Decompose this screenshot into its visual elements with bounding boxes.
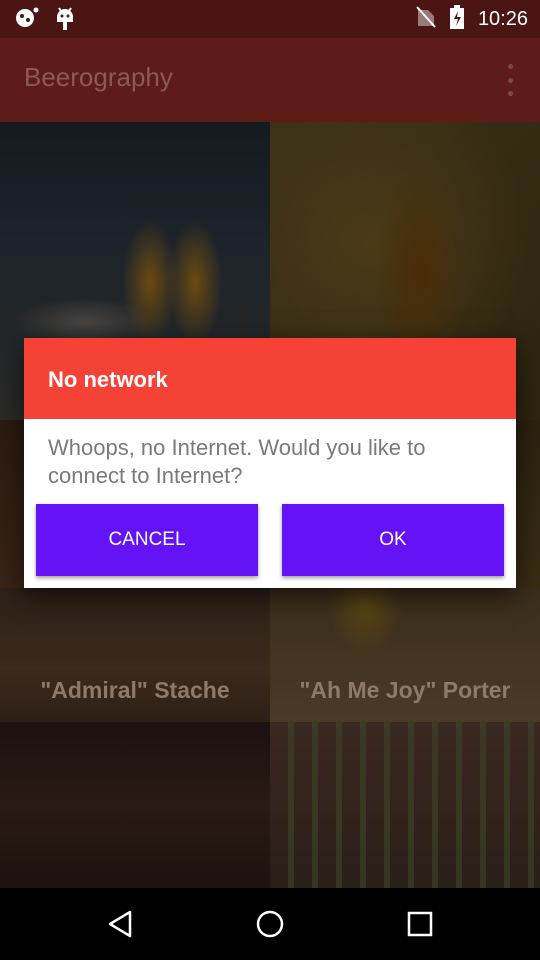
beer-label: "Admiral" Stache: [40, 677, 230, 703]
dialog-header: No network: [24, 338, 516, 419]
no-network-dialog: No network Whoops, no Internet. Would yo…: [24, 338, 516, 588]
app-bar: Beerography: [0, 38, 540, 122]
dialog-message: Whoops, no Internet. Would you like to c…: [48, 435, 426, 488]
more-vert-icon[interactable]: [502, 64, 518, 96]
beer-tile[interactable]: "Ah Me Joy" Porter: [270, 588, 540, 722]
beer-tile[interactable]: [270, 722, 540, 888]
notification-icon: [14, 6, 40, 37]
ok-button[interactable]: OK: [282, 504, 504, 576]
beer-label: "Ah Me Joy" Porter: [299, 677, 511, 703]
beer-tile[interactable]: [0, 722, 270, 888]
dialog-title: No network: [48, 367, 168, 392]
back-icon[interactable]: [100, 904, 140, 944]
cancel-button[interactable]: CANCEL: [36, 504, 258, 576]
app-title: Beerography: [24, 62, 173, 92]
home-icon[interactable]: [250, 904, 290, 944]
battery-icon: [449, 4, 464, 34]
status-bar: 10:26: [0, 0, 540, 38]
android-icon: [54, 6, 76, 37]
status-time: 10:26: [477, 7, 528, 30]
beer-tile[interactable]: "Admiral" Stache: [0, 588, 270, 722]
no-sim-icon: [416, 5, 436, 33]
recents-icon[interactable]: [400, 904, 440, 944]
navigation-bar: [0, 888, 540, 960]
